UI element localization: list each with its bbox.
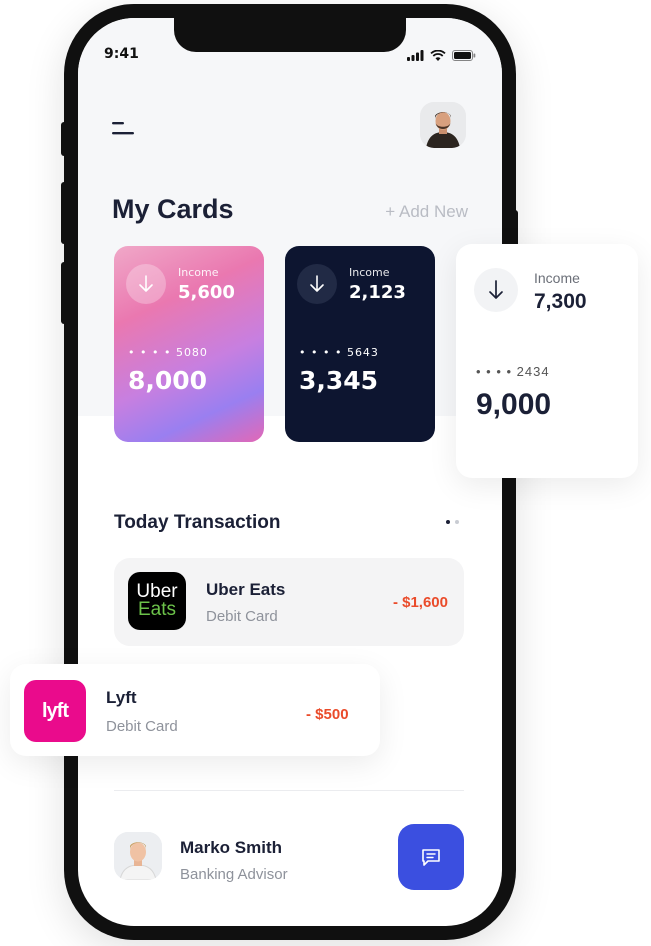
- card-number: • • • • 5643: [299, 346, 379, 359]
- advisor-avatar: [114, 832, 162, 880]
- transaction-method: Debit Card: [106, 718, 178, 735]
- transaction-amount: - $500: [306, 706, 349, 723]
- income-arrow-badge: [126, 264, 166, 304]
- lyft-logo: lyft: [24, 680, 86, 742]
- transaction-lyft[interactable]: lyft Lyft Debit Card - $500: [10, 664, 380, 756]
- advisor-name: Marko Smith: [180, 838, 283, 857]
- dot-inactive: [455, 520, 459, 524]
- phone-screen: 9:41 My Cards + Add New Income 5,600 • •…: [78, 18, 502, 926]
- card-2434[interactable]: Income 7,300 • • • • 2434 9,000: [456, 244, 638, 478]
- card-balance: 3,345: [299, 366, 379, 395]
- page-title: My Cards: [112, 194, 234, 224]
- signal-icon: [407, 50, 424, 61]
- pagination-dots[interactable]: [446, 520, 459, 524]
- card-5080[interactable]: Income 5,600 • • • • 5080 8,000: [114, 246, 264, 442]
- transaction-uber-eats[interactable]: Uber Eats Uber Eats Debit Card - $1,600: [114, 558, 464, 646]
- transaction-method: Debit Card: [206, 608, 278, 625]
- section-title-today-transaction: Today Transaction: [114, 512, 281, 533]
- income-arrow-badge: [474, 268, 518, 312]
- chat-button[interactable]: [398, 824, 464, 890]
- wifi-icon: [430, 50, 446, 61]
- transaction-amount: - $1,600: [392, 594, 448, 611]
- phone-frame: 9:41 My Cards + Add New Income 5,600 • •…: [61, 4, 518, 940]
- card-balance: 9,000: [476, 388, 552, 421]
- advisor-person-icon: [114, 832, 162, 880]
- card-number: • • • • 5080: [128, 346, 208, 359]
- income-label: Income: [178, 266, 219, 279]
- transaction-name: Lyft: [106, 688, 137, 707]
- advisor-role: Banking Advisor: [180, 866, 288, 883]
- income-arrow-badge: [297, 264, 337, 304]
- dot-active: [446, 520, 450, 524]
- card-number: • • • • 2434: [476, 364, 550, 379]
- divider: [114, 790, 464, 791]
- transaction-name: Uber Eats: [206, 580, 286, 599]
- income-label: Income: [349, 266, 390, 279]
- arrow-down-icon: [139, 275, 153, 292]
- lyft-logo-text: lyft: [42, 699, 69, 722]
- notch: [174, 18, 406, 52]
- card-balance: 8,000: [128, 366, 208, 395]
- volume-up-button: [61, 182, 67, 244]
- menu-icon[interactable]: [112, 122, 136, 136]
- status-icons: [407, 50, 476, 61]
- battery-icon: [452, 50, 476, 61]
- logo-line-eats: Eats: [137, 599, 177, 620]
- avatar-person-icon: [420, 102, 466, 148]
- uber-eats-logo: Uber Eats: [128, 572, 186, 630]
- income-value: 2,123: [349, 282, 406, 303]
- mute-switch: [61, 122, 67, 156]
- income-value: 5,600: [178, 282, 235, 303]
- user-avatar[interactable]: [420, 102, 466, 148]
- income-label: Income: [534, 270, 580, 286]
- arrow-down-icon: [310, 275, 324, 292]
- volume-down-button: [61, 262, 67, 324]
- chat-icon: [422, 849, 440, 866]
- card-5643[interactable]: Income 2,123 • • • • 5643 3,345: [285, 246, 435, 442]
- add-new-card-link[interactable]: + Add New: [385, 202, 468, 222]
- arrow-down-icon: [489, 280, 503, 299]
- income-value: 7,300: [534, 290, 587, 313]
- status-time: 9:41: [104, 46, 139, 62]
